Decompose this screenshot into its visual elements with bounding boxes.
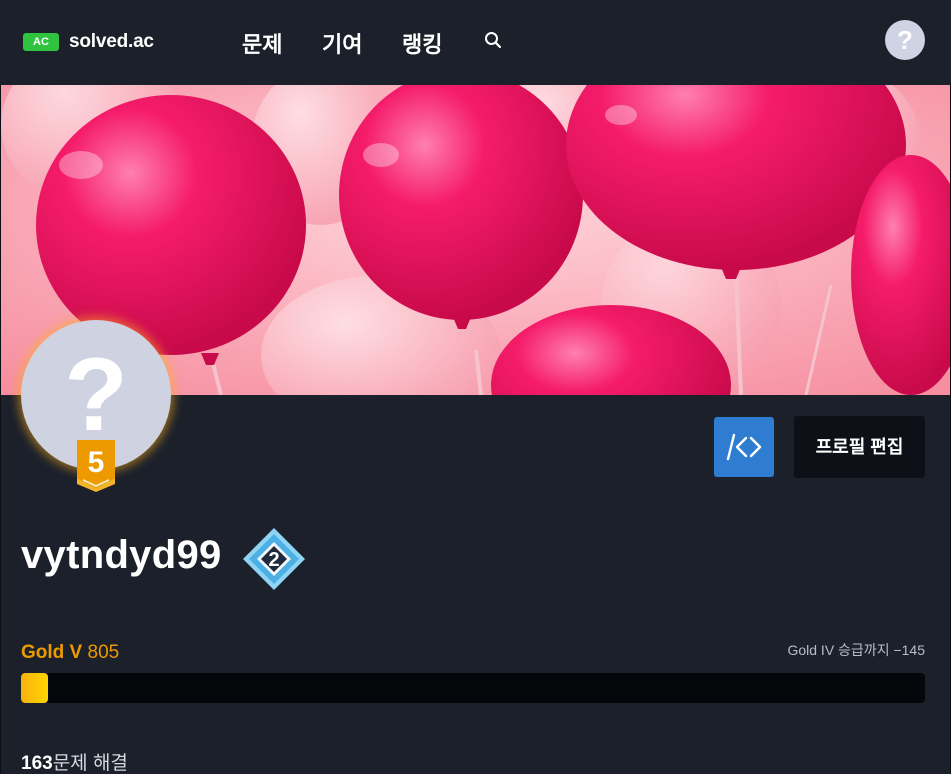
- class-badge-number: 2: [268, 549, 279, 571]
- tier-badge-number: 5: [88, 446, 105, 479]
- code-icon: [726, 433, 762, 461]
- gold-tier-badge-icon: 5: [77, 440, 115, 492]
- logo-badge: AC: [23, 33, 59, 51]
- top-navbar: AC solved.ac 문제 기여 랭킹 ?: [0, 0, 951, 84]
- logo-text: solved.ac: [69, 31, 154, 52]
- edit-profile-button[interactable]: 프로필 편집: [794, 416, 925, 478]
- rating-summary: Gold V 805: [21, 642, 119, 664]
- username: vytndyd99: [21, 533, 222, 577]
- code-button[interactable]: [714, 417, 774, 477]
- rating-value: 805: [87, 642, 120, 663]
- solved-suffix: 문제 해결: [52, 753, 128, 774]
- rating-progress-fill: [21, 673, 49, 703]
- site-logo[interactable]: AC solved.ac: [23, 31, 154, 53]
- solved-summary: 163문제 해결: [21, 748, 128, 774]
- class-badge-icon: 2: [243, 528, 305, 590]
- nav-item-contribute[interactable]: 기여: [322, 27, 402, 59]
- nav-item-problems[interactable]: 문제: [242, 27, 322, 59]
- nav-menu: 문제 기여 랭킹: [242, 27, 482, 59]
- rating-progress-bar: [21, 673, 925, 703]
- search-icon[interactable]: [484, 31, 502, 49]
- rating-tier: Gold V: [21, 642, 83, 663]
- nav-item-ranking[interactable]: 랭킹: [402, 27, 482, 59]
- help-button[interactable]: ?: [885, 20, 925, 60]
- solved-count: 163: [21, 753, 53, 774]
- next-tier-info: Gold IV 승급까지 −145: [787, 642, 925, 658]
